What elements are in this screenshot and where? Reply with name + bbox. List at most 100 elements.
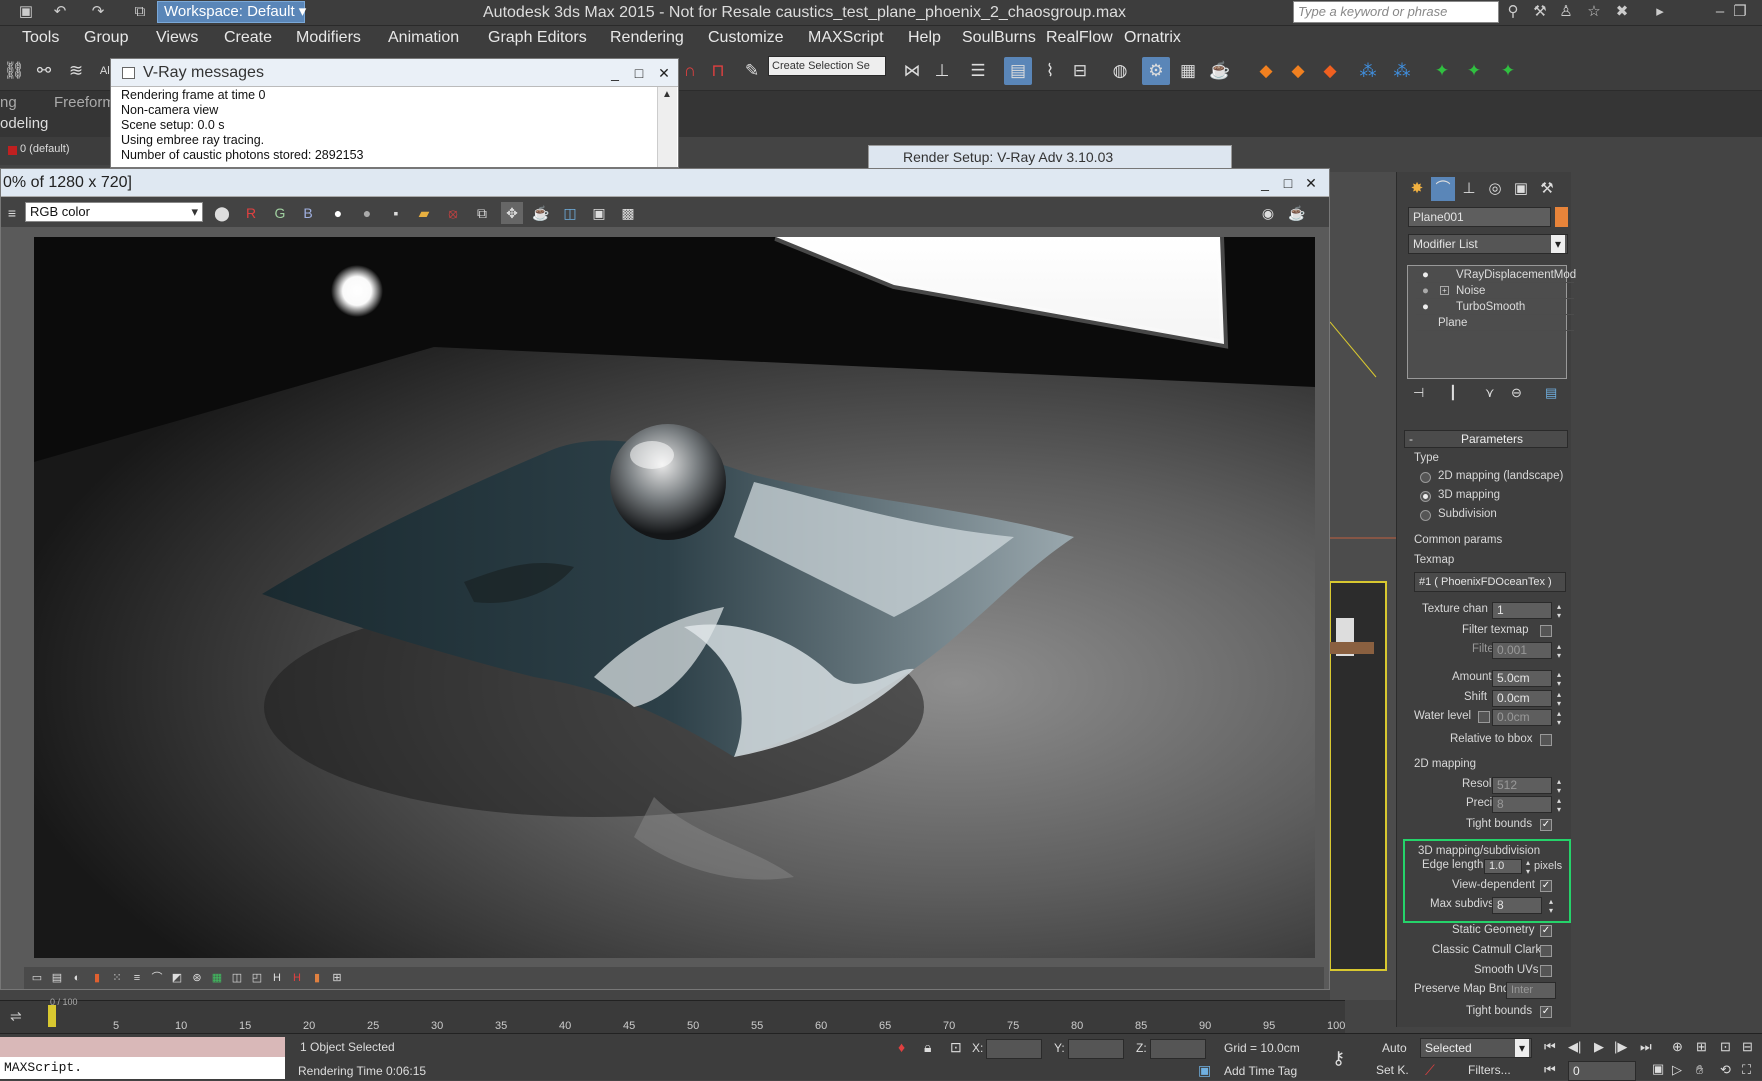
search-input[interactable]: Type a keyword or phrase bbox=[1293, 1, 1499, 23]
minimize-button[interactable]: _ bbox=[1255, 173, 1275, 193]
angle-snap-icon[interactable]: ⊓ bbox=[704, 57, 732, 85]
spinner-arrows-icon[interactable]: ▴ ▾ bbox=[1554, 777, 1564, 795]
phoenix-fire-icon[interactable]: ◆ bbox=[1252, 57, 1280, 85]
configure-sets-icon[interactable]: ▤ bbox=[1545, 385, 1557, 401]
key-mode-toggle-icon[interactable]: ⏮ bbox=[1544, 1062, 1556, 1078]
tight-bounds-2-checkbox[interactable]: ✓ bbox=[1540, 1006, 1552, 1018]
realflow-domain-icon[interactable]: ⁂ bbox=[1388, 57, 1416, 85]
undo-icon[interactable]: ↶ bbox=[50, 2, 70, 22]
maxscript-listener-input[interactable]: MAXScript. bbox=[0, 1057, 285, 1079]
key-mode-icon[interactable]: ⟋ bbox=[1425, 1062, 1435, 1079]
menu-customize[interactable]: Customize bbox=[708, 29, 784, 47]
menu-soulburns[interactable]: SoulBurns bbox=[962, 29, 1036, 47]
history-icon[interactable]: ▣ bbox=[588, 202, 610, 224]
menu-tools[interactable]: Tools bbox=[22, 29, 59, 47]
filter-texmap-checkbox[interactable] bbox=[1540, 625, 1552, 637]
ribbon-tab-ng[interactable]: ng bbox=[0, 94, 17, 111]
absolute-mode-icon[interactable]: ⊡ bbox=[950, 1039, 962, 1056]
maximize-viewport-icon[interactable]: ⛶ bbox=[1742, 1062, 1751, 1078]
go-to-start-icon[interactable]: ⏮ bbox=[1544, 1039, 1556, 1055]
menu-ornatrix[interactable]: Ornatrix bbox=[1124, 29, 1181, 47]
phoenix-liquid-icon[interactable]: ◆ bbox=[1284, 57, 1312, 85]
render-setup-window-bar[interactable]: Render Setup: V-Ray Adv 3.10.03 bbox=[868, 145, 1232, 169]
orbit-icon[interactable]: ⟲ bbox=[1720, 1062, 1731, 1078]
create-tab-icon[interactable]: ✸ bbox=[1405, 177, 1429, 201]
green-channel-button[interactable]: G bbox=[269, 202, 291, 224]
vfb-color-balance-icon[interactable]: ≡ bbox=[126, 967, 148, 989]
binoculars-icon[interactable]: ⚲ bbox=[1503, 2, 1523, 22]
red-channel-button[interactable]: R bbox=[240, 202, 262, 224]
redo-icon[interactable]: ↷ bbox=[88, 2, 108, 22]
precision-spinner[interactable]: 8 bbox=[1492, 796, 1552, 813]
curve-editor-icon[interactable]: ⌇ bbox=[1036, 57, 1064, 85]
stack-item-noise[interactable]: ● + Noise bbox=[1416, 283, 1574, 299]
remove-modifier-icon[interactable]: ⊖ bbox=[1511, 385, 1522, 401]
show-end-result-icon[interactable]: ┃ bbox=[1449, 385, 1457, 401]
stack-item-vraydisplacement[interactable]: ● VRayDisplacementMod bbox=[1416, 267, 1576, 283]
minimize-button[interactable]: _ bbox=[605, 63, 625, 83]
save-image-icon[interactable]: ▪ bbox=[385, 202, 407, 224]
type-radio-2d[interactable] bbox=[1420, 472, 1431, 483]
close-button[interactable]: ✕ bbox=[654, 63, 674, 83]
amount-spinner[interactable]: 5.0cm bbox=[1492, 670, 1552, 687]
scroll-up-icon[interactable]: ▲ bbox=[662, 89, 672, 100]
schematic-view-icon[interactable]: ⊟ bbox=[1066, 57, 1094, 85]
rollout-header[interactable]: - Parameters bbox=[1404, 430, 1568, 448]
ribbon-tab-freeform[interactable]: Freeform bbox=[54, 94, 115, 111]
mirror-icon[interactable]: ⋈ bbox=[898, 57, 926, 85]
vfb-white-balance-icon[interactable]: ▮ bbox=[86, 967, 108, 989]
exchange-icon[interactable]: ✖ bbox=[1612, 2, 1632, 22]
key-icon[interactable]: ⚷ bbox=[1332, 1048, 1345, 1069]
workspace-dropdown[interactable]: Workspace: Default ▾ bbox=[157, 1, 306, 23]
app-menu-icon[interactable]: ▣ bbox=[16, 2, 36, 22]
filter-blur-spinner[interactable]: 0.001 bbox=[1492, 642, 1552, 659]
water-level-checkbox[interactable] bbox=[1478, 711, 1490, 723]
zoom-extents-icon[interactable]: ⊡ bbox=[1720, 1039, 1731, 1055]
vfb-test-resolution-icon[interactable]: ⊞ bbox=[326, 967, 348, 989]
render-setup-icon[interactable]: ⚙ bbox=[1142, 57, 1170, 85]
vfb-icc-icon[interactable]: ◫ bbox=[226, 967, 248, 989]
spinner-arrows-icon[interactable]: ▴ ▾ bbox=[1554, 690, 1564, 708]
menu-realflow[interactable]: RealFlow bbox=[1046, 29, 1113, 47]
time-tag-icon[interactable]: ▣ bbox=[1198, 1062, 1211, 1079]
zoom-icon[interactable]: ⊕ bbox=[1672, 1039, 1683, 1055]
vfb-curves-icon[interactable]: ⌒ bbox=[146, 967, 168, 989]
make-unique-icon[interactable]: ⋎ bbox=[1485, 385, 1495, 401]
render-icon[interactable]: ☕ bbox=[1286, 202, 1308, 224]
object-color-swatch[interactable] bbox=[1555, 207, 1568, 227]
field-of-view-icon[interactable]: ▷ bbox=[1672, 1062, 1682, 1078]
menu-maxscript[interactable]: MAXScript bbox=[808, 29, 884, 47]
frame-buffer-titlebar[interactable]: 0% of 1280 x 720] _ □ ✕ bbox=[1, 169, 1329, 197]
vfb-corrections-icon[interactable]: ▭ bbox=[26, 967, 48, 989]
material-editor-icon[interactable]: ◍ bbox=[1106, 57, 1134, 85]
texture-chan-spinner[interactable]: 1 bbox=[1492, 602, 1552, 619]
expand-icon[interactable]: + bbox=[1440, 286, 1449, 295]
water-level-spinner[interactable]: 0.0cm bbox=[1492, 709, 1552, 726]
maximize-button[interactable]: □ bbox=[1278, 173, 1298, 193]
restore-icon[interactable]: ❐ bbox=[1730, 2, 1750, 22]
ornatrix-guides-icon[interactable]: ✦ bbox=[1428, 57, 1456, 85]
region-render-icon[interactable]: ◫ bbox=[559, 202, 581, 224]
shift-spinner[interactable]: 0.0cm bbox=[1492, 690, 1552, 707]
preserve-map-dropdown[interactable]: Inter bbox=[1506, 982, 1556, 999]
hierarchy-tab-icon[interactable]: ⊥ bbox=[1457, 177, 1481, 201]
stack-item-plane[interactable]: Plane bbox=[1416, 315, 1574, 331]
resolution-spinner[interactable]: 512 bbox=[1492, 777, 1552, 794]
named-selection-dropdown[interactable]: Create Selection Se bbox=[768, 56, 886, 76]
relative-bbox-checkbox[interactable] bbox=[1540, 734, 1552, 746]
auto-key-button[interactable]: Auto bbox=[1382, 1041, 1407, 1055]
ribbon-tab-modeling[interactable]: odeling bbox=[0, 115, 48, 132]
y-coordinate-field[interactable] bbox=[1068, 1039, 1124, 1059]
motion-tab-icon[interactable]: ◎ bbox=[1483, 177, 1507, 201]
layer-name[interactable]: 0 (default) bbox=[20, 143, 70, 155]
spinner-arrows-icon[interactable]: ▴ ▾ bbox=[1554, 602, 1564, 620]
clear-image-icon[interactable]: ⦻ bbox=[442, 202, 464, 224]
light-bulb-icon[interactable]: ● bbox=[1422, 283, 1429, 299]
x-coordinate-field[interactable] bbox=[986, 1039, 1042, 1059]
spinner-arrows-icon[interactable]: ▴ ▾ bbox=[1554, 796, 1564, 814]
mini-curve-editor-icon[interactable]: ⇌ bbox=[10, 1008, 22, 1025]
selection-lock-icon[interactable]: 🔒︎ bbox=[924, 1039, 931, 1056]
menu-create[interactable]: Create bbox=[224, 29, 272, 47]
menu-help[interactable]: Help bbox=[908, 29, 941, 47]
duplicate-to-max-icon[interactable]: ⧉ bbox=[471, 202, 493, 224]
